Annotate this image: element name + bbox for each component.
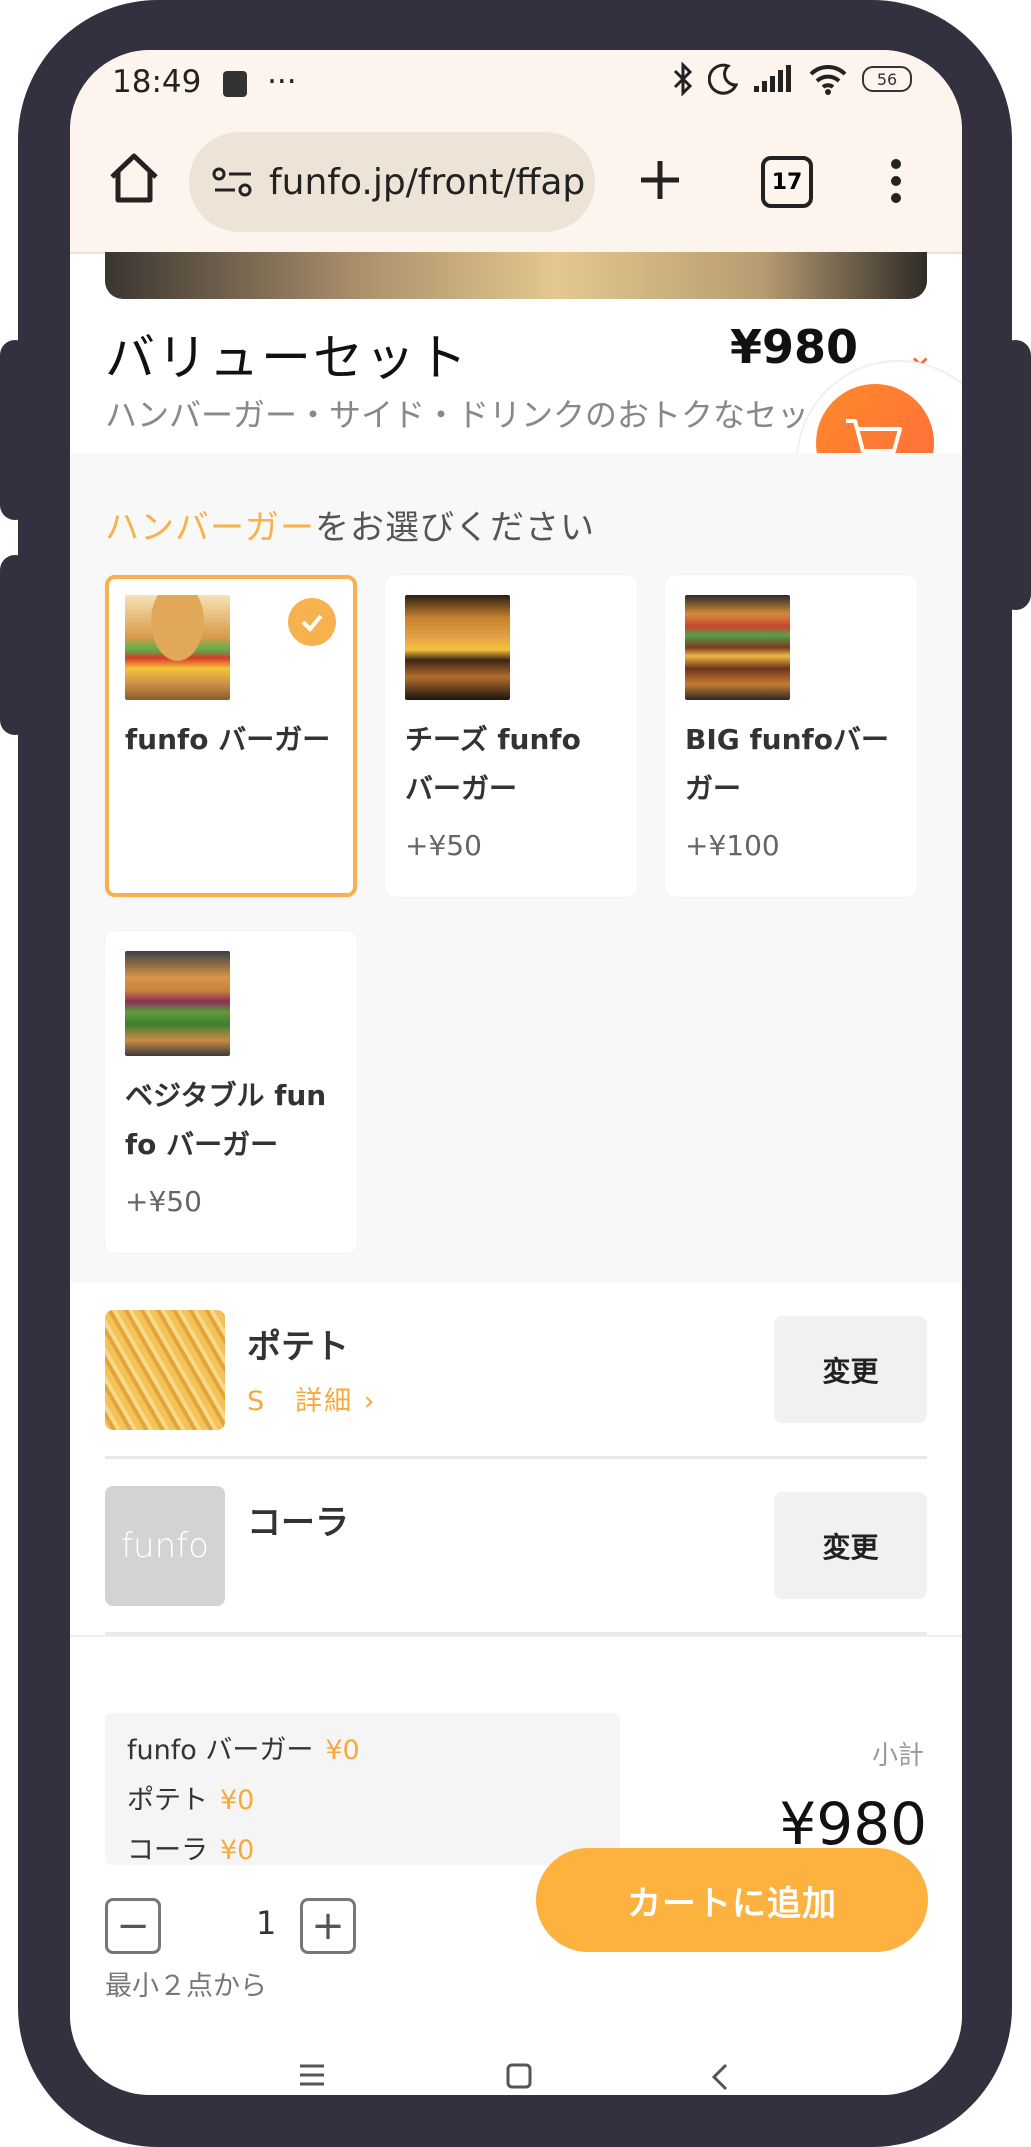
burger-option-name: ベジタブル funfo バーガー bbox=[125, 1079, 327, 1161]
summary-line-value: ¥0 bbox=[220, 1785, 255, 1816]
site-settings-icon[interactable] bbox=[209, 162, 257, 202]
burger-image bbox=[125, 595, 230, 700]
chevron-right-icon: › bbox=[363, 1386, 377, 1417]
change-button[interactable]: 変更 bbox=[774, 1492, 927, 1599]
burger-prompt-highlight: ハンバーガー bbox=[105, 508, 315, 548]
tabs-count-button[interactable]: 17 bbox=[761, 156, 813, 208]
wifi-icon bbox=[809, 64, 847, 95]
product-subtitle: ハンバーガー・サイド・ドリンクのおトクなセット bbox=[105, 396, 842, 434]
side-name: コーラ bbox=[247, 1503, 349, 1543]
side-button-left-2 bbox=[0, 555, 30, 735]
burger-image bbox=[685, 595, 790, 700]
battery-icon: 56 bbox=[862, 66, 912, 92]
burger-option-big[interactable]: BIG funfoバーガー +¥100 bbox=[665, 575, 917, 897]
burger-option-name: funfo バーガー bbox=[125, 723, 331, 756]
status-icons: 56 bbox=[672, 62, 912, 96]
add-to-cart-button[interactable]: カートに追加 bbox=[536, 1848, 928, 1952]
funfo-logo: funfo bbox=[105, 1486, 225, 1606]
product-title: バリューセット bbox=[105, 329, 469, 387]
quantity-minus-button[interactable]: − bbox=[105, 1898, 161, 1954]
subtotal-label: 小計 bbox=[872, 1741, 925, 1771]
selected-check-icon bbox=[288, 598, 336, 646]
burger-option-extra: +¥100 bbox=[685, 829, 780, 862]
new-tab-icon[interactable] bbox=[635, 155, 685, 205]
side-row-cola: funfo コーラ 変更 bbox=[105, 1459, 927, 1635]
potato-image bbox=[105, 1310, 225, 1430]
product-hero-image bbox=[105, 252, 927, 299]
burger-option-cheese[interactable]: チーズ funfo バーガー +¥50 bbox=[385, 575, 637, 897]
back-nav-icon[interactable] bbox=[710, 2062, 730, 2092]
cola-placeholder-image: funfo bbox=[105, 1486, 225, 1606]
summary-line-name: コーラ bbox=[127, 1835, 208, 1866]
recent-apps-icon[interactable] bbox=[298, 2062, 326, 2088]
change-button[interactable]: 変更 bbox=[774, 1316, 927, 1423]
minimum-quantity-note: 最小２点から bbox=[105, 1971, 267, 2002]
summary-line: ポテト ¥0 bbox=[127, 1778, 254, 1817]
status-time: 18:49 ··· bbox=[112, 64, 297, 100]
summary-line-value: ¥0 bbox=[220, 1835, 255, 1866]
phone-screen: 18:49 ··· 56 funfo.jp/front/ffap 17 バリュー… bbox=[70, 50, 962, 2095]
home-icon[interactable] bbox=[106, 150, 162, 206]
browser-menu-icon[interactable] bbox=[890, 158, 902, 204]
burger-option-funfo[interactable]: funfo バーガー bbox=[105, 575, 357, 897]
url-bar[interactable]: funfo.jp/front/ffap bbox=[189, 132, 595, 232]
tab-count: 17 bbox=[771, 169, 803, 195]
status-more-dots: ··· bbox=[267, 64, 297, 100]
side-name: ポテト bbox=[247, 1327, 349, 1367]
burger-prompt-rest: をお選びください bbox=[315, 508, 595, 548]
summary-line: funfo バーガー ¥0 bbox=[127, 1728, 360, 1767]
product-price: ¥980 bbox=[730, 320, 859, 374]
bluetooth-icon bbox=[673, 62, 693, 96]
burger-image bbox=[405, 595, 510, 700]
summary-line-name: funfo バーガー bbox=[127, 1735, 314, 1766]
moon-icon bbox=[708, 63, 738, 95]
burger-option-vegetable[interactable]: ベジタブル funfo バーガー +¥50 bbox=[105, 931, 357, 1253]
home-nav-icon[interactable] bbox=[505, 2062, 533, 2090]
side-row-potato: ポテト S 詳細 › 変更 bbox=[105, 1283, 927, 1459]
burger-option-name: BIG funfoバーガー bbox=[685, 723, 889, 805]
side-detail-link[interactable]: S 詳細 › bbox=[247, 1379, 377, 1418]
summary-line-name: ポテト bbox=[127, 1785, 208, 1816]
side-button-right bbox=[1000, 340, 1031, 610]
burger-image bbox=[125, 951, 230, 1056]
quantity-plus-button[interactable]: + bbox=[300, 1898, 356, 1954]
battery-level: 56 bbox=[876, 69, 898, 89]
notification-icon bbox=[223, 70, 248, 97]
quantity-value: 1 bbox=[256, 1904, 277, 1942]
signal-icon bbox=[754, 65, 791, 92]
side-size: S bbox=[247, 1386, 267, 1417]
side-detail-label: 詳細 bbox=[295, 1386, 354, 1417]
summary-line: コーラ ¥0 bbox=[127, 1828, 254, 1867]
status-time-text: 18:49 bbox=[112, 64, 202, 100]
summary-line-value: ¥0 bbox=[325, 1735, 360, 1766]
burger-option-name: チーズ funfo バーガー bbox=[405, 723, 581, 805]
side-button-left-1 bbox=[0, 340, 30, 520]
url-text: funfo.jp/front/ffap bbox=[269, 161, 586, 203]
burger-option-extra: +¥50 bbox=[405, 829, 482, 862]
burger-prompt: ハンバーガーをお選びください bbox=[105, 500, 595, 549]
burger-option-extra: +¥50 bbox=[125, 1185, 202, 1218]
